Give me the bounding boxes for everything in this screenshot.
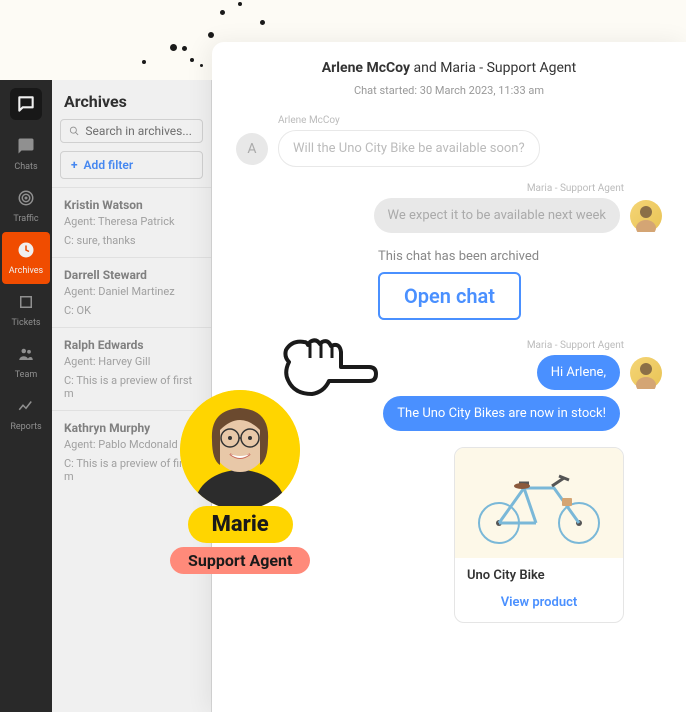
agent-avatar <box>630 200 662 232</box>
product-card: Uno City Bike View product <box>454 447 624 623</box>
add-filter-button[interactable]: + Add filter <box>60 151 203 179</box>
archive-name: Kristin Watson <box>64 198 199 212</box>
product-image <box>455 448 623 558</box>
sidebar-label: Team <box>15 370 38 380</box>
message-sender: Maria - Support Agent <box>236 183 662 194</box>
view-product-link[interactable]: View product <box>455 587 623 622</box>
archive-preview: C: sure, thanks <box>64 234 199 247</box>
pointing-hand-icon <box>274 332 384 436</box>
chart-icon <box>17 397 35 420</box>
archive-item[interactable]: Darrell Steward Agent: Daniel Martinez C… <box>52 257 211 327</box>
archive-name: Ralph Edwards <box>64 338 199 352</box>
marie-name: Marie <box>188 506 293 543</box>
plus-icon: + <box>71 158 78 172</box>
sidebar-rail: Chats Traffic Archives Tickets Team <box>0 80 52 712</box>
sidebar-label: Reports <box>10 422 41 432</box>
sidebar-label: Tickets <box>11 318 40 328</box>
target-icon <box>17 189 35 212</box>
archive-name: Darrell Steward <box>64 268 199 282</box>
sidebar-label: Traffic <box>13 214 38 224</box>
agent-message: Hi Arlene, <box>537 355 620 390</box>
sidebar-item-tickets[interactable]: Tickets <box>0 284 52 336</box>
archive-item[interactable]: Kristin Watson Agent: Theresa Patrick C:… <box>52 187 211 257</box>
customer-message: Will the Uno City Bike be available soon… <box>278 130 540 167</box>
agent-message: The Uno City Bikes are now in stock! <box>383 396 620 431</box>
add-filter-label: Add filter <box>84 158 134 172</box>
archived-text: This chat has been archived <box>236 249 662 264</box>
app-logo[interactable] <box>10 88 42 120</box>
sidebar-item-archives[interactable]: Archives <box>2 232 50 284</box>
sidebar-item-chats[interactable]: Chats <box>0 128 52 180</box>
archive-preview: C: OK <box>64 304 199 317</box>
archive-agent: Agent: Daniel Martinez <box>64 285 199 298</box>
product-title: Uno City Bike <box>455 558 623 587</box>
chat-started-time: Chat started: 30 March 2023, 11:33 am <box>212 84 686 97</box>
sidebar-item-team[interactable]: Team <box>0 336 52 388</box>
search-icon <box>69 125 79 137</box>
sidebar-label: Chats <box>14 162 37 172</box>
sidebar-item-traffic[interactable]: Traffic <box>0 180 52 232</box>
archive-agent: Agent: Harvey Gill <box>64 355 199 368</box>
open-chat-button[interactable]: Open chat <box>378 272 521 320</box>
agent-message: We expect it to be available next week <box>374 198 620 233</box>
chat-icon <box>17 137 35 160</box>
marie-role: Support Agent <box>170 547 310 574</box>
search-field[interactable] <box>85 124 194 138</box>
clock-icon <box>17 241 35 264</box>
sidebar-label: Archives <box>9 266 43 276</box>
search-input[interactable] <box>60 119 203 143</box>
archive-agent: Agent: Theresa Patrick <box>64 215 199 228</box>
chat-header: Arlene McCoy and Maria - Support Agent <box>212 42 686 84</box>
sidebar-item-reports[interactable]: Reports <box>0 388 52 440</box>
chat-customer-name: Arlene McCoy <box>322 60 410 76</box>
team-icon <box>17 345 35 368</box>
message-sender: Arlene McCoy <box>236 115 662 126</box>
ticket-icon <box>17 293 35 316</box>
agent-avatar <box>630 357 662 389</box>
archives-title: Archives <box>64 92 199 111</box>
customer-avatar: A <box>236 133 268 165</box>
chat-header-rest: and Maria - Support Agent <box>410 60 576 76</box>
